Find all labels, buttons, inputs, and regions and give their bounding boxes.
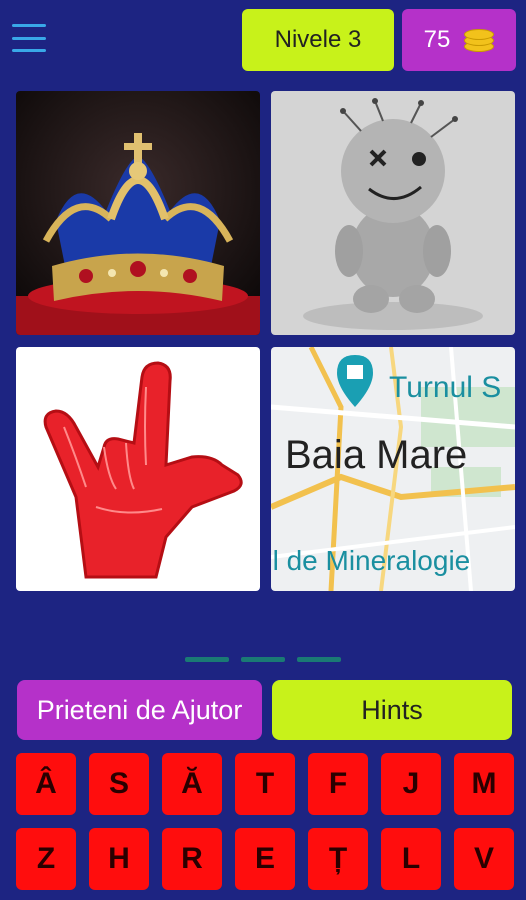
coin-stack-icon xyxy=(464,27,495,53)
letter-key[interactable]: Ț xyxy=(308,828,368,890)
letter-key[interactable]: H xyxy=(89,828,149,890)
letter-key[interactable]: T xyxy=(235,753,295,815)
letter-keyboard: Â S Ă T F J M Z H R E Ț L V xyxy=(16,753,514,890)
coins-counter[interactable]: 75 xyxy=(402,9,516,71)
map-museum-label: ul de Mineralogie xyxy=(271,545,471,576)
level-indicator: Nivele 3 xyxy=(242,9,394,71)
hints-button[interactable]: Hints xyxy=(272,680,512,740)
hamburger-menu-icon[interactable] xyxy=(12,24,46,52)
letter-key[interactable]: M xyxy=(454,753,514,815)
letter-key[interactable]: V xyxy=(454,828,514,890)
hints-label: Hints xyxy=(361,694,423,725)
coins-value: 75 xyxy=(423,26,451,53)
letter-key[interactable]: Â xyxy=(16,753,76,815)
map-city-label: Baia Mare xyxy=(285,433,468,477)
letter-key[interactable]: S xyxy=(89,753,149,815)
answer-slot[interactable] xyxy=(241,657,285,662)
friends-help-button[interactable]: Prieteni de Ajutor xyxy=(17,680,262,740)
answer-slots xyxy=(0,657,526,662)
map-poi-label: Turnul S xyxy=(389,371,502,404)
letter-key[interactable]: L xyxy=(381,828,441,890)
letter-key[interactable]: R xyxy=(162,828,222,890)
rock-hand-foam-finger-image[interactable] xyxy=(16,347,260,591)
friends-help-label: Prieteni de Ajutor xyxy=(36,694,243,725)
letter-key[interactable]: Ă xyxy=(162,753,222,815)
level-label: Nivele 3 xyxy=(274,26,362,53)
letter-key[interactable]: Z xyxy=(16,828,76,890)
letter-key[interactable]: J xyxy=(381,753,441,815)
answer-slot[interactable] xyxy=(185,657,229,662)
letter-key[interactable]: E xyxy=(235,828,295,890)
crown-image[interactable] xyxy=(16,91,260,335)
game-screen: Nivele 3 75 Turnul S Baia Mare ul de Min… xyxy=(0,0,526,900)
voodoo-doll-image[interactable] xyxy=(271,91,515,335)
letter-key[interactable]: F xyxy=(308,753,368,815)
map-image[interactable]: Turnul S Baia Mare ul de Mineralogie xyxy=(271,347,515,591)
answer-slot[interactable] xyxy=(297,657,341,662)
